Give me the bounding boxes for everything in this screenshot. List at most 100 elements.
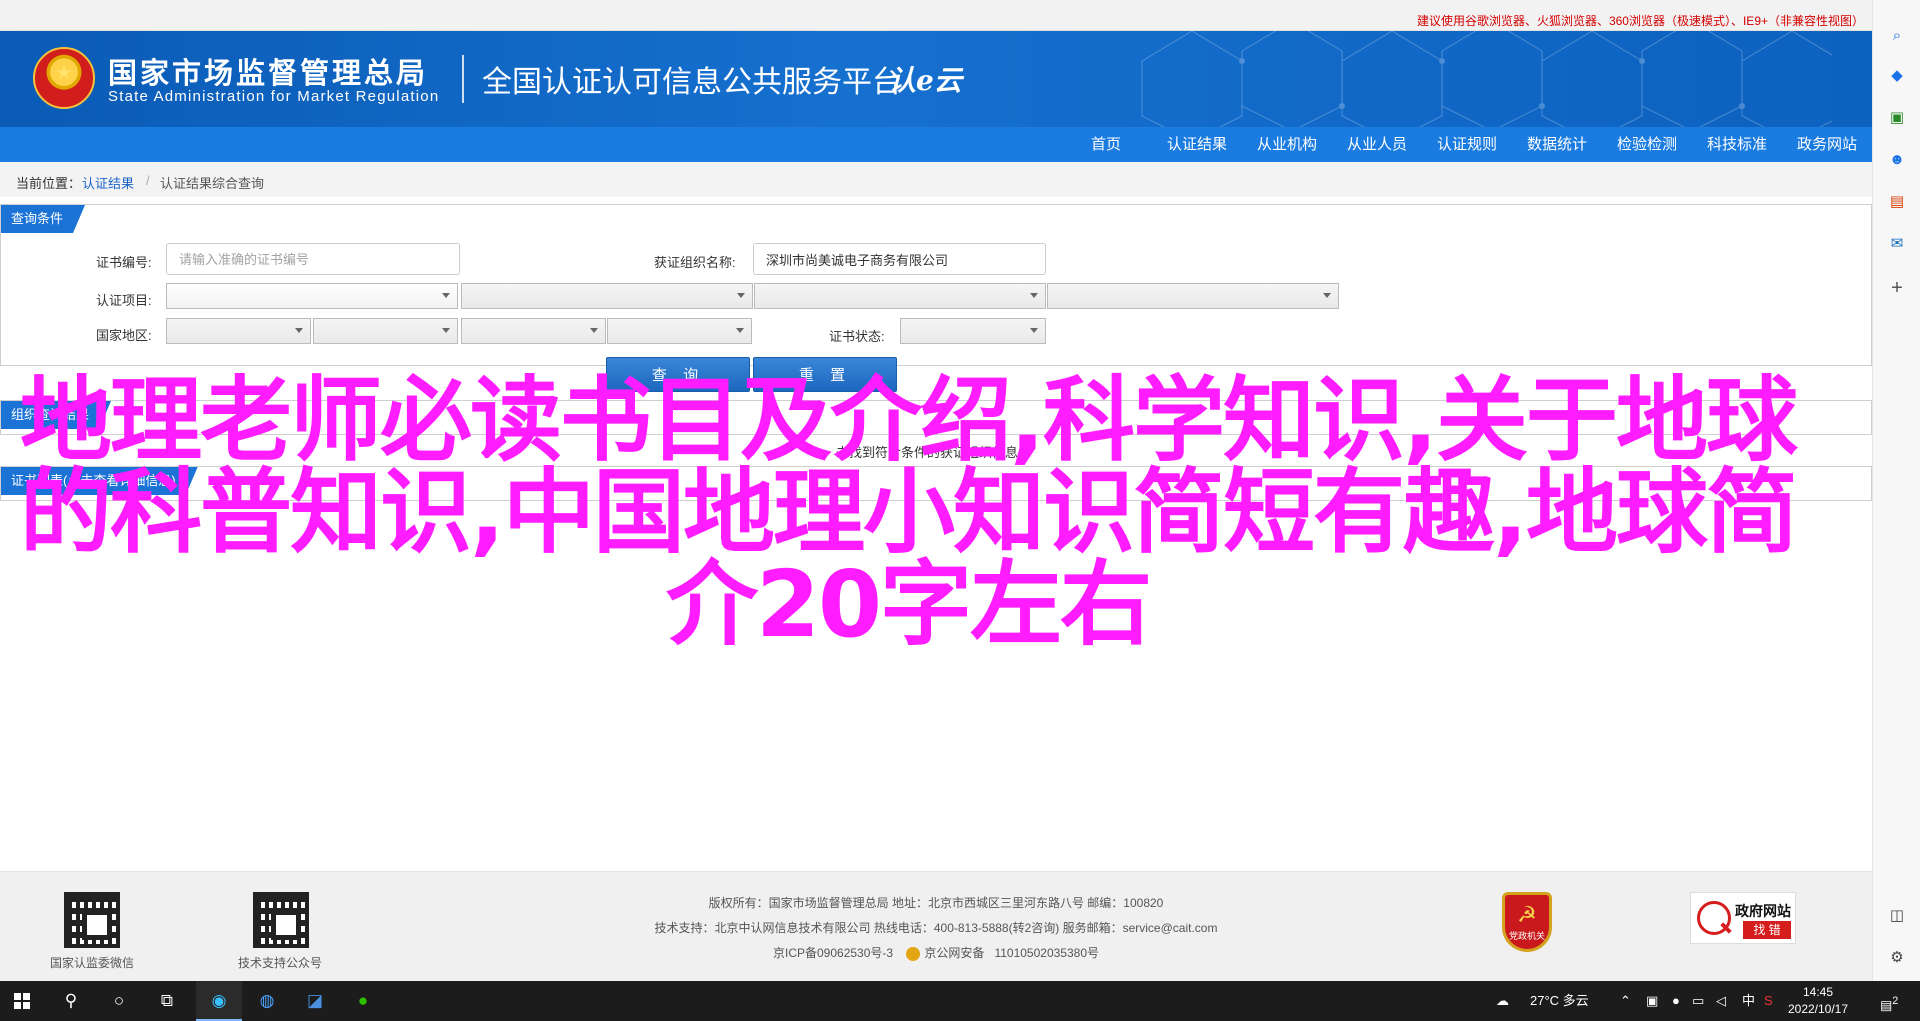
nav-cert-results[interactable]: 认证结果 bbox=[1167, 127, 1227, 162]
breadcrumb-label: 当前位置： bbox=[16, 176, 82, 191]
breadcrumb-current: 认证结果综合查询 bbox=[160, 176, 265, 191]
sogou-ime-icon[interactable]: S bbox=[1764, 981, 1773, 1021]
nav-institutions[interactable]: 从业机构 bbox=[1257, 127, 1317, 162]
chevron-down-icon bbox=[442, 328, 450, 333]
nav-home[interactable]: 首页 bbox=[1091, 127, 1121, 162]
volume-icon[interactable]: ◁ bbox=[1716, 981, 1726, 1021]
project-select-3[interactable] bbox=[754, 283, 1046, 309]
icp-link[interactable]: 京ICP备09062530号-3 bbox=[773, 946, 893, 960]
police-beian: 京公网安备 bbox=[906, 946, 991, 961]
cert-no-input[interactable] bbox=[166, 243, 460, 275]
app-icon-arrow[interactable]: ◪ bbox=[292, 981, 338, 1021]
search-button[interactable]: 查 询 bbox=[606, 357, 750, 392]
region-label: 国家地区: bbox=[96, 328, 152, 343]
org-name-cn: 国家市场监督管理总局 bbox=[108, 58, 429, 90]
nav-inspection[interactable]: 检验检测 bbox=[1617, 127, 1677, 162]
region-select-2[interactable] bbox=[313, 318, 458, 344]
cert-list-panel: 证书列表(点击查看详细信息) bbox=[0, 466, 1872, 501]
magnifier-icon bbox=[1697, 901, 1731, 935]
tag-icon[interactable]: ◆ bbox=[1885, 64, 1909, 88]
app-icon-blue[interactable]: ◍ bbox=[244, 981, 290, 1021]
weather-icon[interactable]: ☁ bbox=[1496, 981, 1509, 1021]
network-icon[interactable]: ▭ bbox=[1692, 981, 1704, 1021]
site-header: ★ 国家市场监督管理总局 State Administration for Ma… bbox=[0, 31, 1872, 127]
chevron-down-icon bbox=[1323, 293, 1331, 298]
project-select-2[interactable] bbox=[461, 283, 753, 309]
office-icon[interactable]: ▤ bbox=[1885, 190, 1909, 214]
query-panel-title: 查询条件 bbox=[1, 205, 85, 233]
browser-notice: 建议使用谷歌浏览器、火狐浏览器、360浏览器（极速模式）、IE9+（非兼容性视图… bbox=[1416, 14, 1864, 28]
ime-indicator[interactable]: 中 bbox=[1742, 981, 1755, 1021]
org-name-input[interactable] bbox=[753, 243, 1046, 275]
region-select-4[interactable] bbox=[607, 318, 752, 344]
breadcrumb-separator: / bbox=[146, 173, 150, 188]
reset-button[interactable]: 重 置 bbox=[753, 357, 897, 392]
notification-icon[interactable]: ▤2 bbox=[1880, 981, 1898, 1021]
party-gov-badge-icon[interactable]: ☭ 党政机关 bbox=[1502, 892, 1552, 952]
gov-badge-title: 政府网站 bbox=[1735, 903, 1791, 919]
windows-taskbar: ⚲ ○ ⧉ ◉ ◍ ◪ ● ☁ 27°C 多云 ⌃ ▣ ● ▭ ◁ 中 S 14… bbox=[0, 981, 1920, 1021]
chevron-down-icon bbox=[1030, 293, 1038, 298]
project-select-4[interactable] bbox=[1047, 283, 1339, 309]
cert-no-label: 证书编号: bbox=[96, 255, 152, 270]
clock[interactable]: 14:45 2022/10/17 bbox=[1778, 984, 1858, 1018]
sidebar-toggle-icon[interactable]: ◫ bbox=[1885, 904, 1909, 928]
add-icon[interactable]: + bbox=[1885, 276, 1909, 300]
start-button[interactable] bbox=[0, 981, 48, 1021]
wechat-tray-icon[interactable]: ● bbox=[1672, 981, 1680, 1021]
gov-badge-action: 找 错 bbox=[1743, 921, 1791, 939]
search-icon[interactable]: ⌕ bbox=[1885, 24, 1909, 48]
chevron-down-icon bbox=[737, 293, 745, 298]
top-notice-bar: 建议使用谷歌浏览器、火狐浏览器、360浏览器（极速模式）、IE9+（非兼容性视图… bbox=[0, 0, 1872, 31]
clock-date: 2022/10/17 bbox=[1787, 1002, 1849, 1016]
status-select[interactable] bbox=[900, 318, 1046, 344]
toolbox-icon[interactable]: ▣ bbox=[1885, 106, 1909, 130]
party-badge-label: 党政机关 bbox=[1508, 931, 1545, 941]
platform-title: 全国认证认可信息公共服务平台 bbox=[482, 66, 902, 99]
weather-text[interactable]: 27°C 多云 bbox=[1530, 981, 1589, 1021]
status-label: 证书状态: bbox=[829, 329, 885, 344]
project-select-1[interactable] bbox=[166, 283, 458, 309]
chevron-down-icon bbox=[295, 328, 303, 333]
task-view-icon[interactable]: ⧉ bbox=[144, 981, 190, 1021]
no-result-note: 未找到符合条件的获证组织信息 bbox=[836, 445, 1019, 460]
org-name-label: 获证组织名称: bbox=[654, 255, 736, 270]
cert-cloud-logo: 认e云 bbox=[888, 64, 962, 97]
breadcrumb-link[interactable]: 认证结果 bbox=[82, 173, 134, 192]
national-emblem-icon: ★ bbox=[33, 47, 95, 109]
footer-icp-row: 京ICP备09062530号-3 京公网安备 11010502035380号 bbox=[0, 944, 1872, 961]
wechat-icon[interactable]: ● bbox=[340, 981, 386, 1021]
main-nav: 首页 认证结果 从业机构 从业人员 认证规则 数据统计 检验检测 科技标准 政务… bbox=[0, 127, 1872, 162]
page: 建议使用谷歌浏览器、火狐浏览器、360浏览器（极速模式）、IE9+（非兼容性视图… bbox=[0, 0, 1920, 1021]
people-icon[interactable]: ☻ bbox=[1885, 148, 1909, 172]
edge-browser-icon[interactable]: ◉ bbox=[196, 981, 242, 1021]
search-icon[interactable]: ⚲ bbox=[48, 981, 94, 1021]
result-panel: 组织查询结果 bbox=[0, 400, 1872, 435]
clock-time: 14:45 bbox=[1802, 985, 1834, 999]
site-footer: 国家认监委微信 技术支持公众号 版权所有：国家市场监督管理总局 地址：北京市西城… bbox=[0, 871, 1872, 981]
windows-logo-icon bbox=[14, 993, 30, 1009]
org-name-en: State Administration for Market Regulati… bbox=[108, 88, 440, 105]
nav-cert-rules[interactable]: 认证规则 bbox=[1437, 127, 1497, 162]
chevron-down-icon bbox=[590, 328, 598, 333]
project-label: 认证项目: bbox=[96, 293, 152, 308]
notification-count: 2 bbox=[1892, 995, 1899, 1007]
cortana-icon[interactable]: ○ bbox=[96, 981, 142, 1021]
chevron-down-icon bbox=[1030, 328, 1038, 333]
chevron-up-icon[interactable]: ⌃ bbox=[1620, 981, 1631, 1021]
footer-copyright: 版权所有：国家市场监督管理总局 地址：北京市西城区三里河东路八号 邮编：1008… bbox=[708, 896, 1164, 910]
police-badge-icon bbox=[906, 946, 921, 961]
nav-standards[interactable]: 科技标准 bbox=[1707, 127, 1767, 162]
region-select-1[interactable] bbox=[166, 318, 311, 344]
chevron-down-icon bbox=[442, 293, 450, 298]
nav-gov-sites[interactable]: 政务网站 bbox=[1797, 127, 1857, 162]
region-select-3[interactable] bbox=[461, 318, 606, 344]
outlook-icon[interactable]: ✉ bbox=[1885, 232, 1909, 256]
tray-app-icon[interactable]: ▣ bbox=[1646, 981, 1658, 1021]
nav-statistics[interactable]: 数据统计 bbox=[1527, 127, 1587, 162]
nav-personnel[interactable]: 从业人员 bbox=[1347, 127, 1407, 162]
gov-site-error-report[interactable]: 政府网站 找 错 bbox=[1690, 892, 1796, 944]
police-no-link[interactable]: 11010502035380号 bbox=[994, 946, 1099, 960]
browser-sidebar: ⌕ ◆ ▣ ☻ ▤ ✉ + ◫ ⚙ bbox=[1872, 0, 1920, 981]
gear-icon[interactable]: ⚙ bbox=[1885, 946, 1909, 970]
